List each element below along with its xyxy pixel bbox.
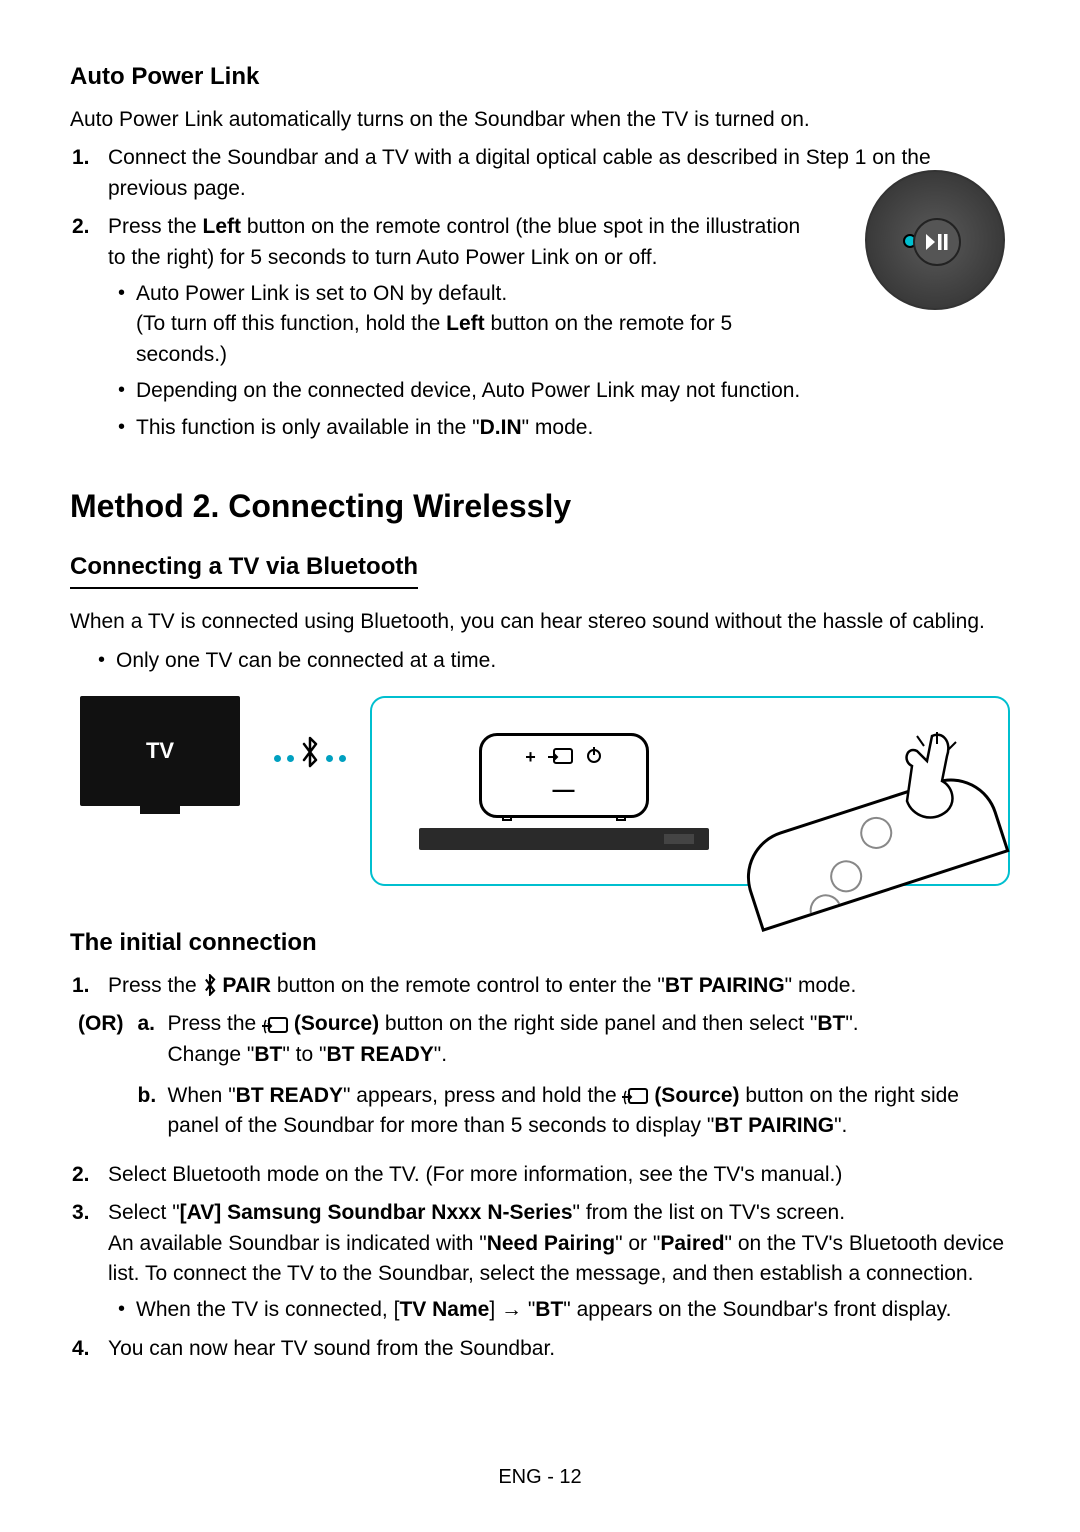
sub-step-a: a. Press the (Source) button on the righ… — [138, 1009, 1011, 1070]
initial-connection-heading: The initial connection — [70, 926, 1010, 961]
init-step-2: 2. Select Bluetooth mode on the TV. (For… — [100, 1160, 1010, 1190]
or-label-text: (OR) — [78, 1009, 124, 1039]
bullet-one-tv: Only one TV can be connected at a time. — [116, 646, 1010, 676]
init-step-3: 3. Select "[AV] Samsung Soundbar Nxxx N-… — [100, 1198, 1010, 1326]
tv-icon: TV — [80, 696, 240, 806]
step-1-text: Connect the Soundbar and a TV with a dig… — [108, 146, 931, 199]
bluetooth-subheading: Connecting a TV via Bluetooth — [70, 550, 418, 590]
bluetooth-icon — [203, 975, 217, 997]
soundbar-with-display: + — — [409, 733, 719, 850]
bullet-din: This function is only available in the "… — [136, 413, 820, 443]
bluetooth-signal-icon — [274, 736, 346, 780]
minus-icon: — — [553, 774, 575, 806]
bluetooth-intro: When a TV is connected using Bluetooth, … — [70, 607, 1010, 637]
auto-power-link-intro: Auto Power Link automatically turns on t… — [70, 105, 1010, 135]
plus-icon: + — [525, 744, 536, 770]
step3-bullet: When the TV is connected, [TV Name] → "B… — [136, 1295, 1010, 1325]
hand-icon — [882, 726, 972, 826]
power-icon — [586, 744, 602, 770]
method-2-heading: Method 2. Connecting Wirelessly — [70, 483, 1010, 529]
bullet-depends: Depending on the connected device, Auto … — [136, 376, 820, 406]
auto-power-link-heading: Auto Power Link — [70, 60, 1010, 95]
hand-press-illustration — [772, 726, 972, 856]
source-icon — [548, 744, 574, 770]
init-step-4: 4. You can now hear TV sound from the So… — [100, 1334, 1010, 1364]
source-icon — [622, 1081, 648, 1111]
init-step-1: 1. Press the PAIR button on the remote c… — [100, 971, 1010, 1001]
bullet-default: Auto Power Link is set to ON by default.… — [136, 279, 820, 370]
step-1: 1. Connect the Soundbar and a TV with a … — [100, 143, 1010, 204]
sub-step-b: b. When "BT READY" appears, press and ho… — [138, 1081, 1011, 1142]
source-icon — [262, 1010, 288, 1040]
soundbar-icon — [419, 828, 709, 850]
step-2: 2. Press the Left button on the remote c… — [100, 212, 820, 443]
play-pause-icon — [913, 218, 961, 266]
soundbar-options-box: + — OR — [370, 696, 1010, 886]
step-2-text: Press the Left button on the remote cont… — [108, 215, 800, 268]
connection-diagram: TV + — OR — [70, 696, 1010, 886]
page-footer: ENG - 12 — [0, 1463, 1080, 1492]
